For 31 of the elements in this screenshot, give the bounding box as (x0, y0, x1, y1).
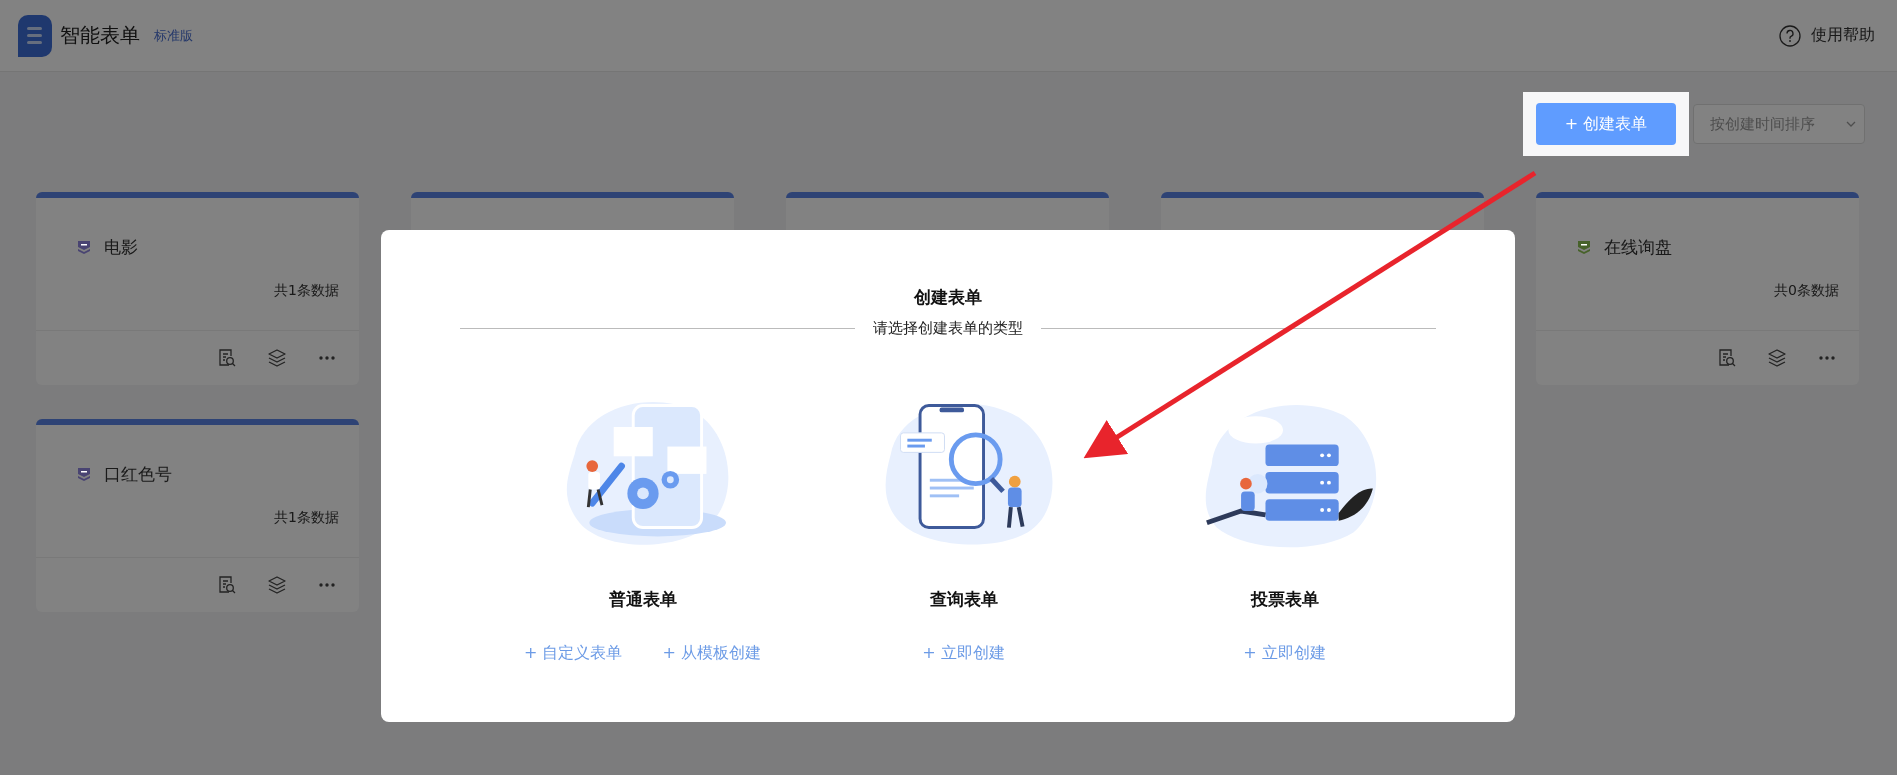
form-type-title: 普通表单 (608, 588, 677, 611)
create-form-button[interactable]: + 创建表单 (1536, 103, 1676, 145)
card-title: 口红色号 (104, 462, 172, 486)
record-count: 共1条数据 (274, 509, 339, 527)
card-title: 在线询盘 (1604, 235, 1672, 259)
dialog-subtitle: 请选择创建表单的类型 (873, 319, 1023, 338)
doc-search-icon[interactable] (1717, 348, 1737, 368)
create-link[interactable]: + 立即创建 (1243, 643, 1326, 664)
form-card[interactable]: 在线询盘 共0条数据 (1536, 192, 1859, 385)
layers-icon[interactable] (1767, 348, 1787, 368)
record-count: 共1条数据 (274, 282, 339, 300)
record-count: 共0条数据 (1774, 282, 1839, 300)
form-type-title: 投票表单 (1250, 588, 1319, 611)
doc-search-icon[interactable] (217, 348, 237, 368)
create-link[interactable]: + 自定义表单 (524, 643, 623, 664)
doc-search-icon[interactable] (217, 575, 237, 595)
help-link[interactable]: 使用帮助 (1779, 24, 1875, 47)
logo-icon (18, 14, 52, 57)
form-card[interactable]: 口红色号 共1条数据 (36, 419, 359, 612)
chevron-icon[interactable] (1846, 121, 1856, 127)
dialog-title: 创建表单 (913, 286, 983, 309)
layers-icon[interactable] (267, 348, 287, 368)
create-link[interactable]: + 立即创建 (922, 643, 1005, 664)
app-title: 智能表单 (60, 22, 140, 49)
form-type-title: 查询表单 (929, 588, 998, 611)
layers-icon[interactable] (267, 575, 287, 595)
help-icon[interactable] (1779, 24, 1801, 47)
form-card[interactable]: 电影 共1条数据 (36, 192, 359, 385)
edition-label: 标准版 (154, 26, 193, 45)
card-title: 电影 (104, 235, 138, 259)
create-link[interactable]: + 从模板创建 (662, 643, 761, 664)
